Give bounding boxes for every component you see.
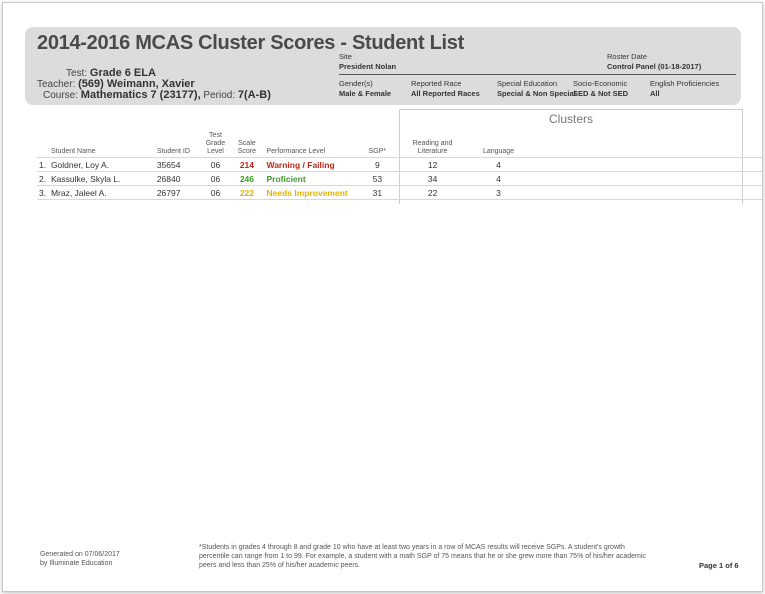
clusters-title: Clusters (548, 112, 593, 126)
generated-date: Generated on 07/06/2017 (40, 551, 120, 558)
generated-info: Generated on 07/06/2017 by Illuminate Ed… (40, 550, 120, 568)
course-row: Course: Mathematics 7 (23177), Period: 7… (43, 89, 271, 101)
reading-literature-header: Reading and Literature (412, 140, 453, 155)
performance-header: Performance Level (266, 148, 326, 155)
language-value: 3 (472, 185, 525, 200)
header-divider (339, 74, 736, 75)
student-name: Mraz, Jaleel A. (48, 185, 155, 200)
row-spacer (524, 157, 762, 172)
name-header: Student Name (50, 148, 96, 155)
reading-literature-value: 34 (393, 171, 473, 186)
scale-score: 214 (229, 157, 265, 172)
performance-level: Warning / Failing (264, 157, 362, 172)
ses-label: Socio-Economic (573, 79, 628, 88)
sgp-footnote: *Students in grades 4 through 8 and grad… (199, 544, 646, 569)
sgp-value: 53 (361, 171, 394, 186)
site-value: President Nolan (339, 62, 397, 71)
performance-level: Needs Improvement (264, 185, 362, 200)
row-number: 3. (37, 185, 49, 200)
reading-literature-value: 22 (393, 185, 473, 200)
language-header: Language (482, 148, 515, 155)
student-table: Student Name Student ID Test Grade Level S… (37, 132, 762, 200)
id-header: Student ID (156, 148, 190, 155)
student-id: 26840 (154, 171, 202, 186)
sped-label: Special Education (497, 79, 558, 88)
grade-header: Test Grade Level (205, 132, 226, 155)
table-header-row: Student Name Student ID Test Grade Level S… (37, 132, 762, 158)
page-number: Page 1 of 6 (699, 561, 739, 570)
grade-level: 06 (201, 185, 230, 200)
row-spacer (524, 171, 762, 186)
scale-score-header: Scale Score (237, 140, 257, 155)
course-value: Mathematics 7 (23177), (80, 89, 201, 101)
gender-value: Male & Female (339, 89, 392, 98)
course-label: Course: (43, 90, 79, 101)
roster-value: Control Panel (01-18-2017) (607, 62, 702, 71)
grade-level: 06 (201, 171, 230, 186)
race-value: All Reported Races (411, 89, 480, 98)
sgp-value: 9 (361, 157, 394, 172)
table-row: 1. Goldner, Loy A. 35654 06 214 Warning … (37, 157, 762, 172)
report-title: 2014-2016 MCAS Cluster Scores - Student … (37, 32, 464, 54)
table-row: 2. Kassulke, Skyla L. 26840 06 246 Profi… (37, 171, 762, 186)
ell-value: All (650, 89, 660, 98)
sgp-header: SGP* (368, 148, 387, 155)
scale-score: 246 (229, 171, 265, 186)
period-label: Period: (203, 90, 236, 101)
sgp-value: 31 (361, 185, 394, 200)
gender-label: Gender(s) (339, 79, 373, 88)
report-page: 2014-2016 MCAS Cluster Scores - Student … (2, 2, 763, 592)
row-spacer (524, 185, 762, 200)
reading-literature-value: 12 (393, 157, 473, 172)
table-row: 3. Mraz, Jaleel A. 26797 06 222 Needs Im… (37, 185, 762, 200)
period-value: 7(A-B) (237, 89, 271, 101)
student-name: Goldner, Loy A. (48, 157, 155, 172)
site-label: Site (339, 52, 352, 61)
language-value: 4 (472, 157, 525, 172)
roster-label: Roster Date (607, 52, 648, 61)
performance-level: Proficient (264, 171, 362, 186)
grade-level: 06 (201, 157, 230, 172)
num-header (37, 132, 49, 158)
language-value: 4 (472, 171, 525, 186)
ses-value: SED & Not SED (573, 89, 629, 98)
sped-value: Special & Non Special (497, 89, 576, 98)
student-id: 35654 (154, 157, 202, 172)
student-name: Kassulke, Skyla L. (48, 171, 155, 186)
student-id: 26797 (154, 185, 202, 200)
generated-by: by Illuminate Education (40, 560, 113, 567)
row-number: 1. (37, 157, 49, 172)
race-label: Reported Race (411, 79, 462, 88)
report-header: 2014-2016 MCAS Cluster Scores - Student … (25, 27, 741, 105)
spacer-header (525, 132, 762, 158)
scale-score: 222 (229, 185, 265, 200)
ell-label: English Proficiencies (650, 79, 720, 88)
row-number: 2. (37, 171, 49, 186)
